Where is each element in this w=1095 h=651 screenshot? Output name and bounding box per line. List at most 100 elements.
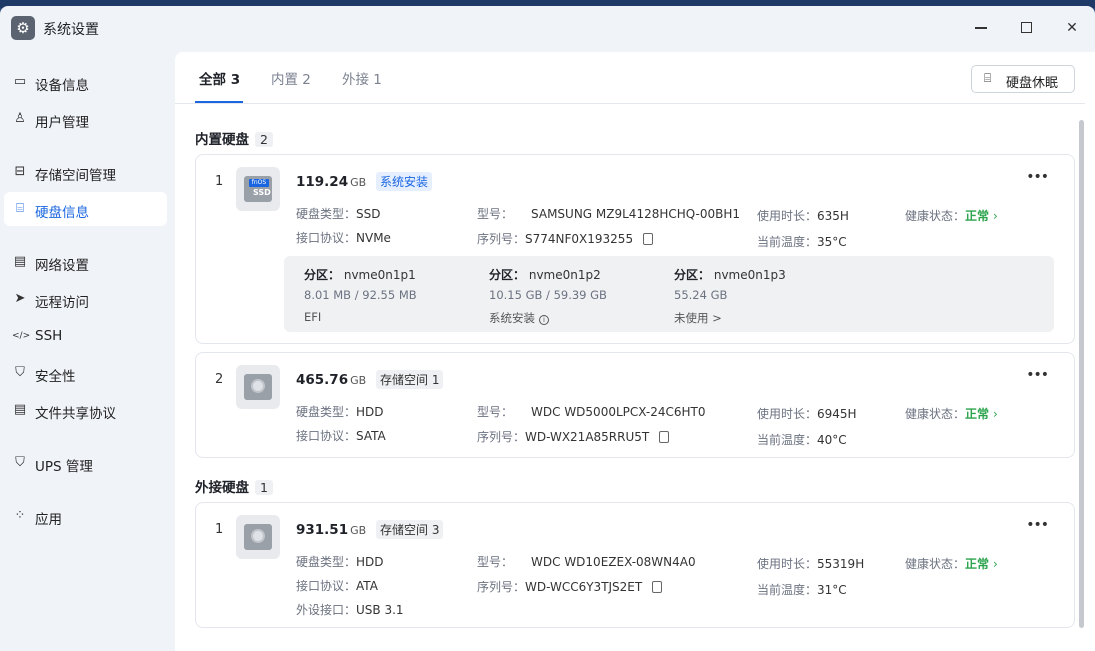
partition-item: 分区： nvme0n1p3 55.24 GB 未使用 > — [654, 256, 839, 332]
model-field: 型号： WDC WD5000LPCX-24C6HT0 — [477, 403, 705, 420]
partition-name: nvme0n1p2 — [528, 268, 601, 282]
chevron-right-icon[interactable]: › — [993, 209, 998, 223]
field-label: 硬盘类型： — [296, 405, 357, 419]
field-value: 6945H — [817, 407, 857, 421]
field-label: 接口协议： — [296, 579, 357, 593]
field-value: ATA — [356, 579, 378, 593]
model-field: 型号： WDC WD10EZEX-08WN4A0 — [477, 553, 696, 570]
unused-partition-link[interactable]: 未使用 > — [674, 310, 722, 326]
disk-card: 2 465.76 GB 存储空间 1 ••• 硬盘类型：HDD 接口协议：SATA… — [195, 352, 1075, 458]
tab-all[interactable]: 全部 3 — [199, 68, 240, 88]
sidebar-item-user-management[interactable]: ♙ 用户管理 — [4, 102, 167, 136]
disk-type-field: 硬盘类型：HDD — [296, 403, 384, 420]
partition-usage: 55.24 GB — [674, 288, 728, 302]
model-field: 型号： SAMSUNG MZ9L4128HCHQ-00BH1 — [477, 205, 740, 222]
disk-sleep-button[interactable]: ⌸ 硬盘休眠 — [971, 65, 1075, 93]
info-icon[interactable]: i — [539, 315, 549, 325]
health-field[interactable]: 健康状态：正常 › — [905, 405, 998, 422]
field-label: 当前温度： — [757, 433, 818, 447]
section-title-text: 外接硬盘 — [195, 480, 249, 496]
hdd-plate — [244, 524, 272, 550]
sidebar-item-file-share[interactable]: ▤ 文件共享协议 — [4, 393, 167, 427]
close-button[interactable]: ✕ — [1059, 17, 1085, 39]
disk-index: 1 — [215, 174, 224, 189]
sidebar-item-ups[interactable]: ⛉ UPS 管理 — [4, 446, 167, 480]
sidebar-item-ssh[interactable]: </> SSH — [4, 319, 167, 353]
health-field[interactable]: 健康状态：正常 › — [905, 555, 998, 572]
count-badge: 2 — [255, 132, 273, 147]
hdd-platter — [251, 529, 265, 543]
disk-size-value: 465.76 — [296, 372, 349, 388]
partition-role-text: 系统安装 — [489, 311, 535, 325]
sidebar-item-storage[interactable]: ⊟ 存储空间管理 — [4, 155, 167, 189]
external-port-field: 外设接口：USB 3.1 — [296, 601, 404, 618]
usage-time-field: 使用时长：6945H — [757, 405, 857, 422]
ssd-plate: fnOS SSD — [244, 176, 272, 202]
internal-disks-heading: 内置硬盘 2 — [195, 128, 273, 148]
tab-external[interactable]: 外接 1 — [342, 68, 382, 88]
field-label: 使用时长： — [757, 557, 818, 571]
copy-icon[interactable] — [652, 581, 663, 593]
sidebar-item-security[interactable]: ⛉ 安全性 — [4, 356, 167, 390]
disk-icon: ⌸ — [984, 71, 992, 85]
health-status: 正常 — [965, 407, 990, 421]
sidebar-item-disk-info[interactable]: ⌸ 硬盘信息 — [4, 192, 167, 226]
tab-internal[interactable]: 内置 2 — [271, 68, 311, 88]
interface-field: 接口协议：SATA — [296, 427, 386, 444]
tab-active-indicator — [195, 101, 243, 103]
sidebar-item-network[interactable]: ▤ 网络设置 — [4, 245, 167, 279]
sidebar-item-label: SSH — [35, 328, 63, 344]
temperature-field: 当前温度：35°C — [757, 233, 847, 250]
disk-index: 1 — [215, 522, 224, 537]
sidebar-item-device-info[interactable]: ▭ 设备信息 — [4, 65, 167, 99]
field-label: 硬盘类型： — [296, 207, 357, 221]
window-title: 系统设置 — [43, 22, 99, 38]
sidebar-item-label: UPS 管理 — [35, 459, 93, 475]
copy-icon[interactable] — [643, 233, 654, 245]
disk-size-unit: GB — [350, 524, 367, 537]
partition-usage: 8.01 MB / 92.55 MB — [304, 288, 417, 302]
ssh-icon: </> — [12, 331, 31, 341]
disk-card: 1 931.51 GB 存储空间 3 ••• 硬盘类型：HDD 接口协议：ATA … — [195, 502, 1075, 628]
serial-field: 序列号：WD-WX21A85RRU5T — [477, 428, 670, 445]
ssd-brand-tag: fnOS — [249, 179, 269, 187]
device-icon: ▭ — [13, 74, 27, 89]
minimize-button[interactable] — [968, 17, 994, 39]
network-icon: ▤ — [13, 254, 27, 269]
storage-pool-badge: 存储空间 3 — [376, 520, 444, 539]
file-share-icon: ▤ — [13, 402, 27, 417]
sidebar-item-remote-access[interactable]: ➤ 远程访问 — [4, 282, 167, 316]
hdd-icon — [236, 515, 280, 559]
copy-icon[interactable] — [659, 431, 670, 443]
sidebar-item-label: 存储空间管理 — [35, 168, 116, 184]
disk-size-value: 119.24 — [296, 174, 349, 190]
partition-title: 分区： nvme0n1p2 — [489, 266, 601, 283]
field-value: WD-WCC6Y3TJS2ET — [525, 580, 643, 594]
usage-time-field: 使用时长：55319H — [757, 555, 864, 572]
field-label: 接口协议： — [296, 231, 357, 245]
health-field[interactable]: 健康状态：正常 › — [905, 207, 998, 224]
maximize-button[interactable] — [1013, 17, 1039, 39]
partition-label: 分区： — [674, 268, 711, 282]
sidebar-item-apps[interactable]: ⁘ 应用 — [4, 499, 167, 533]
scrollbar[interactable] — [1079, 120, 1084, 628]
sidebar-item-label: 用户管理 — [35, 115, 89, 131]
chevron-right-icon[interactable]: › — [993, 557, 998, 571]
sidebar-item-label: 安全性 — [35, 369, 76, 385]
section-title-text: 内置硬盘 — [195, 132, 249, 148]
field-value: WDC WD5000LPCX-24C6HT0 — [531, 405, 706, 419]
field-value: S774NF0X193255 — [525, 232, 634, 246]
partition-title: 分区： nvme0n1p1 — [304, 266, 416, 283]
disk-size: 465.76 GB — [296, 372, 366, 388]
field-label: 型号： — [477, 207, 514, 221]
more-options-button[interactable]: ••• — [1026, 517, 1049, 533]
more-options-button[interactable]: ••• — [1026, 367, 1049, 383]
sidebar-item-label: 设备信息 — [35, 78, 89, 94]
interface-field: 接口协议：ATA — [296, 577, 378, 594]
sidebar-item-label: 网络设置 — [35, 258, 89, 274]
field-label: 当前温度： — [757, 235, 818, 249]
more-options-button[interactable]: ••• — [1026, 169, 1049, 185]
usage-time-field: 使用时长：635H — [757, 207, 849, 224]
chevron-right-icon[interactable]: › — [993, 407, 998, 421]
field-label: 硬盘类型： — [296, 555, 357, 569]
